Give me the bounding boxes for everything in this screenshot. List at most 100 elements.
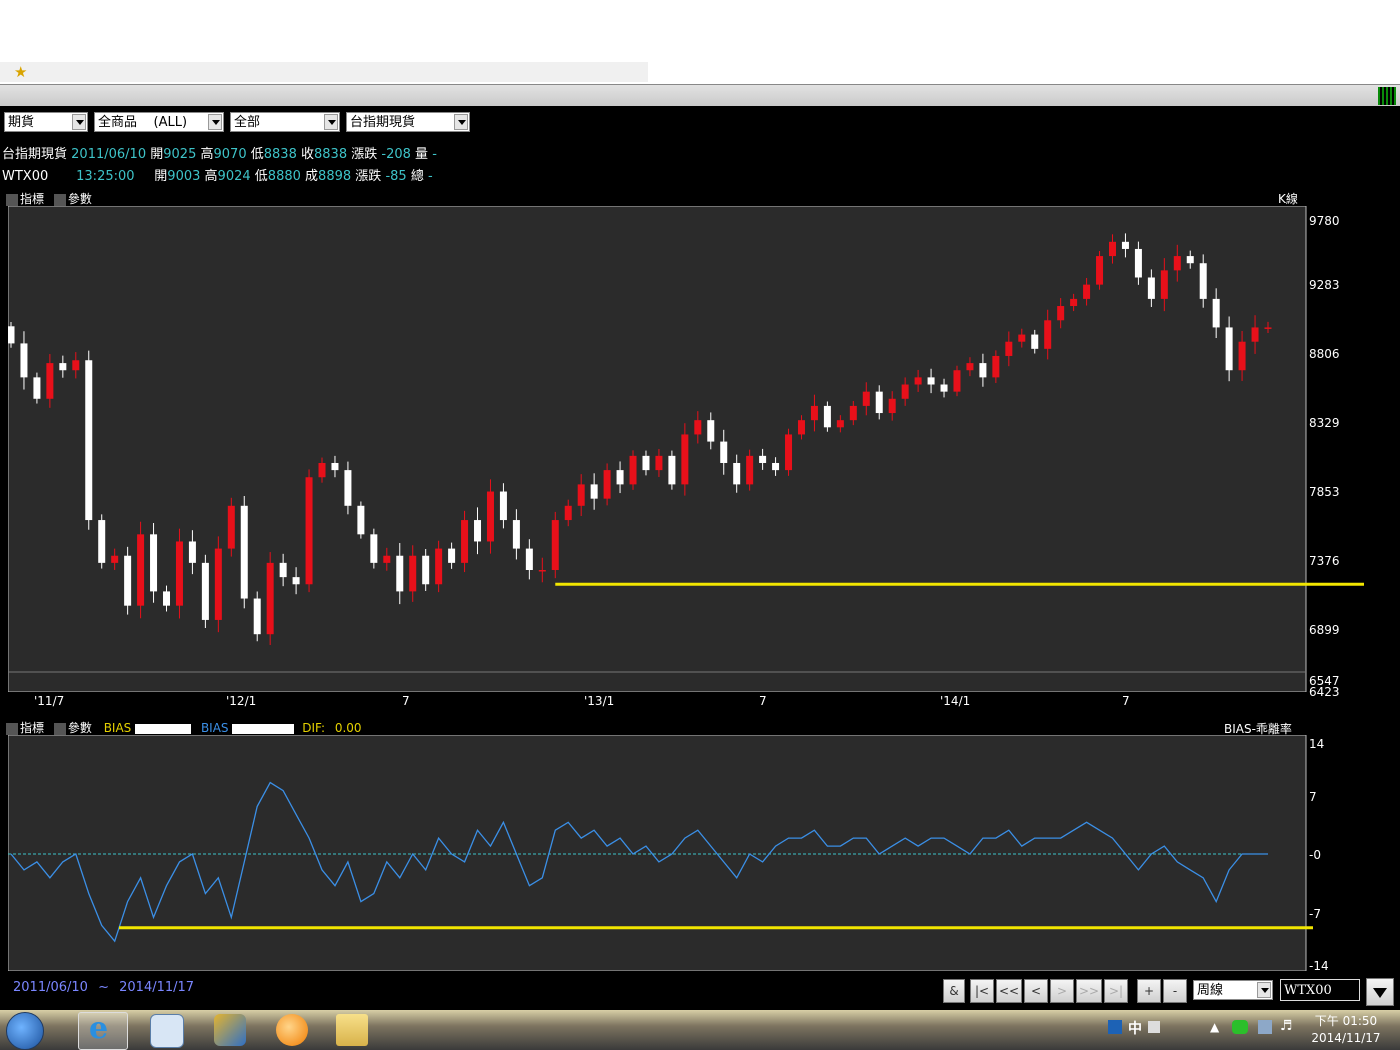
high-value: 9070 <box>213 147 247 162</box>
candle-body <box>422 555 430 585</box>
candle-body <box>1186 256 1194 264</box>
candle-body <box>512 520 520 549</box>
param-label[interactable]: 參數 <box>68 192 92 206</box>
quote-name: WTX00 <box>2 169 49 184</box>
chevron-down-icon[interactable] <box>1257 982 1271 998</box>
param-label[interactable]: 參數 <box>68 721 92 735</box>
grid-icon[interactable] <box>1378 87 1396 105</box>
candle-body <box>486 491 494 542</box>
candle-body <box>396 555 404 592</box>
next-button[interactable]: > <box>1050 979 1074 1003</box>
chevron-down-icon[interactable] <box>208 114 222 130</box>
y-tick-label: 6423 <box>1309 685 1340 699</box>
high-label: 高 <box>200 147 214 162</box>
change-label: 漲跌 <box>351 147 378 162</box>
star-icon[interactable]: ★ <box>14 63 27 81</box>
candle-body <box>344 470 352 506</box>
chevron-down-icon[interactable] <box>324 114 338 130</box>
candle-body <box>1199 263 1207 299</box>
low-label: 低 <box>254 169 268 184</box>
chevron-down-icon[interactable] <box>454 114 468 130</box>
chevron-down-icon[interactable] <box>72 114 86 130</box>
last-button[interactable]: >| <box>1104 979 1128 1003</box>
y-tick-label: -0 <box>1309 848 1321 862</box>
bias2-label: BIAS <box>200 721 229 735</box>
orange-app-icon[interactable] <box>276 1014 308 1046</box>
period-select[interactable]: 周線 <box>1193 980 1273 1000</box>
x-tick-label: 7 <box>402 694 410 708</box>
network-icon[interactable] <box>1258 1020 1272 1034</box>
candle-body <box>331 462 339 471</box>
language-icon[interactable] <box>1108 1020 1122 1034</box>
symbol-select-value: 台指期現貨 <box>350 115 416 130</box>
main-chart-title: K線 <box>1278 192 1298 206</box>
folder-icon[interactable] <box>336 1014 368 1046</box>
candle-body <box>992 355 1000 378</box>
prev-button[interactable]: < <box>1024 979 1048 1003</box>
y-tick-label: 9780 <box>1309 214 1340 228</box>
candle-body <box>810 405 818 421</box>
zoom-out-button[interactable]: - <box>1163 979 1187 1003</box>
symbol-input[interactable]: WTX00 <box>1280 979 1360 1001</box>
close-label: 收 <box>300 147 314 162</box>
ime-label[interactable]: 中 <box>1128 1018 1142 1038</box>
bias-chart[interactable] <box>8 735 1314 971</box>
indicator-menu-icon[interactable] <box>6 722 18 735</box>
candle-body <box>849 405 857 421</box>
page-forward-button[interactable]: >> <box>1076 979 1102 1003</box>
line-app-icon[interactable] <box>1232 1020 1248 1034</box>
category-select-value: 全部 <box>234 115 261 130</box>
candlestick-chart[interactable] <box>8 206 1365 692</box>
trade-value: 8898 <box>318 169 352 184</box>
x-tick-label: '12/1 <box>226 694 257 708</box>
indicator-label[interactable]: 指標 <box>20 721 44 735</box>
candle-body <box>1057 306 1065 321</box>
y-tick-label: 7376 <box>1309 554 1340 568</box>
media-player-icon[interactable] <box>150 1014 184 1048</box>
period-select-value: 周線 <box>1197 983 1224 998</box>
total-value: - <box>427 169 433 184</box>
quote-row-futures: WTX00 13:25:00 開9003 高9024 低8880 成8898 漲… <box>2 165 433 184</box>
clock-time: 下午 01:50 <box>1314 1014 1378 1028</box>
page-back-button[interactable]: << <box>996 979 1022 1003</box>
date-start: 2011/06/10 <box>13 980 88 995</box>
candle-body <box>1121 241 1129 249</box>
first-button[interactable]: |< <box>970 979 994 1003</box>
indicator-label[interactable]: 指標 <box>20 192 44 206</box>
change-value: -85 <box>385 169 407 184</box>
bias1-label: BIAS <box>103 721 132 735</box>
symbol-select[interactable]: 台指期現貨 <box>346 112 470 132</box>
y-tick-label: 7 <box>1309 790 1317 804</box>
indicator-menu-icon[interactable] <box>6 193 18 206</box>
candle-body <box>163 591 171 606</box>
market-select[interactable]: 期貨 <box>4 112 88 132</box>
candle-body <box>1108 241 1116 257</box>
dif-value: 0.00 <box>334 721 362 735</box>
product-select[interactable]: 全商品 (ALL) <box>94 112 224 132</box>
tray-arrow-icon[interactable]: ▲ <box>1210 1020 1219 1034</box>
trading-app-icon[interactable] <box>214 1014 246 1046</box>
param-menu-icon[interactable] <box>53 722 66 735</box>
candle-body <box>1134 248 1142 278</box>
candle-body <box>1251 327 1259 342</box>
clock[interactable]: 下午 01:50 2014/11/17 <box>1308 1013 1384 1047</box>
volume-icon[interactable]: ♬ <box>1280 1018 1293 1034</box>
param-menu-icon[interactable] <box>53 193 66 206</box>
favorites-bar: ★ <box>0 62 648 82</box>
candle-body <box>150 534 158 592</box>
dropdown-arrow-button[interactable] <box>1366 978 1394 1006</box>
internet-explorer-icon[interactable]: e <box>78 1011 128 1050</box>
ampersand-button[interactable]: & <box>943 979 965 1003</box>
candle-body <box>98 520 106 563</box>
candle-body <box>266 562 274 635</box>
low-value: 8838 <box>263 147 297 162</box>
candle-body <box>668 455 676 485</box>
keyboard-icon[interactable] <box>1148 1021 1160 1033</box>
candle-body <box>435 548 443 585</box>
candle-body <box>279 562 287 578</box>
start-button-icon[interactable] <box>6 1012 44 1050</box>
zoom-in-button[interactable]: + <box>1137 979 1161 1003</box>
quote-time: 13:25:00 <box>76 169 135 184</box>
candle-body <box>914 377 922 385</box>
category-select[interactable]: 全部 <box>230 112 340 132</box>
